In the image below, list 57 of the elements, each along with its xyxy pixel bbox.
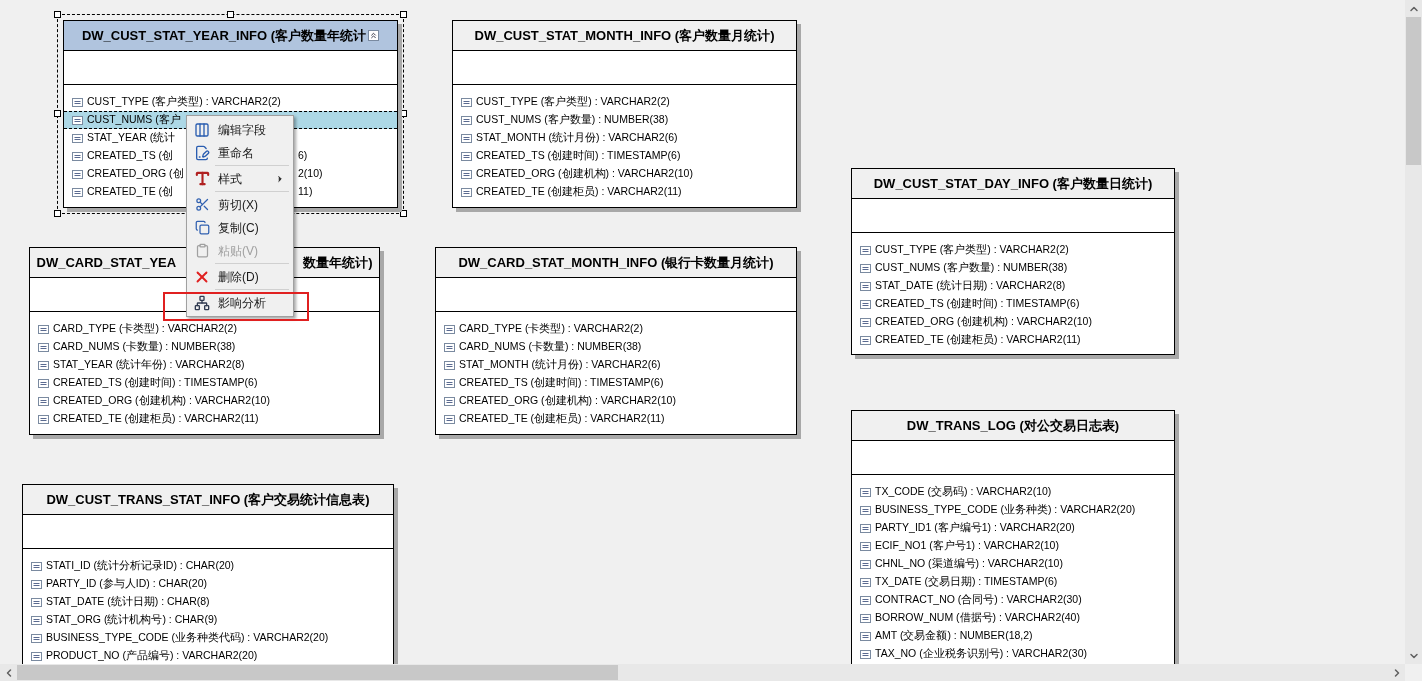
field-text: STATI_ID (统计分析记录ID) : CHAR(20) bbox=[46, 558, 235, 574]
entity-title: DW_CUST_STAT_MONTH_INFO (客户数量月统计) bbox=[474, 26, 775, 45]
field-text: CREATED_TE (创建柜员) : VARCHAR2(11) bbox=[476, 184, 682, 200]
entity-title: DW_CARD_STAT_YEA bbox=[36, 253, 177, 272]
field-text: CUST_NUMS (客户 bbox=[87, 112, 181, 128]
field-text: STAT_DATE (统计日期) : CHAR(8) bbox=[46, 594, 210, 610]
field-text: BUSINESS_TYPE_CODE (业务种类) : VARCHAR2(20) bbox=[875, 502, 1136, 518]
field-text: CUST_TYPE (客户类型) : VARCHAR2(2) bbox=[476, 94, 670, 110]
field-text: BORROW_NUM (借据号) : VARCHAR2(40) bbox=[875, 610, 1080, 626]
field-text: CREATED_ORG (创建机构) : VARCHAR2(10) bbox=[875, 314, 1092, 330]
field-text: CREATED_TS (创建时间) : TIMESTAMP(6) bbox=[875, 296, 1080, 312]
field-text: PARTY_ID (参与人ID) : CHAR(20) bbox=[46, 576, 207, 592]
field-text: CUST_TYPE (客户类型) : VARCHAR2(2) bbox=[875, 242, 1069, 258]
field-text: CREATED_ORG (创建机构) : VARCHAR2(10) bbox=[476, 166, 693, 182]
field-text: CREATED_TS (创 bbox=[87, 148, 174, 164]
field-text: CARD_TYPE (卡类型) : VARCHAR2(2) bbox=[459, 321, 643, 337]
field-text: TX_DATE (交易日期) : TIMESTAMP(6) bbox=[875, 574, 1058, 590]
field-text: ECIF_NO1 (客户号1) : VARCHAR2(10) bbox=[875, 538, 1059, 554]
field-text: STAT_YEAR (统计 bbox=[87, 130, 176, 146]
field-text: CARD_NUMS (卡数量) : NUMBER(38) bbox=[53, 339, 236, 355]
field-text: CUST_NUMS (客户数量) : NUMBER(38) bbox=[476, 112, 669, 128]
field-text: CHNL_NO (渠道编号) : VARCHAR2(10) bbox=[875, 556, 1063, 572]
entity-title: DW_CUST_TRANS_STAT_INFO (客户交易统计信息表) bbox=[46, 490, 370, 509]
field-text: CREATED_TE (创建柜员) : VARCHAR2(11) bbox=[875, 332, 1081, 348]
field-text: STAT_MONTH (统计月份) : VARCHAR2(6) bbox=[459, 357, 661, 373]
entity-title: DW_CARD_STAT_MONTH_INFO (银行卡数量月统计) bbox=[458, 253, 774, 272]
field-text: 2(10) bbox=[298, 166, 323, 182]
field-text: CREATED_ORG (创 bbox=[87, 166, 184, 182]
field-text: CARD_TYPE (卡类型) : VARCHAR2(2) bbox=[53, 321, 237, 337]
entity-title: DW_CUST_STAT_DAY_INFO (客户数量日统计) bbox=[873, 174, 1153, 193]
field-text: CONTRACT_NO (合同号) : VARCHAR2(30) bbox=[875, 592, 1082, 608]
field-text: CREATED_TE (创建柜员) : VARCHAR2(11) bbox=[53, 411, 259, 427]
field-text: 11) bbox=[298, 184, 313, 200]
entity-title: 数量年统计) bbox=[303, 253, 373, 272]
field-text: 6) bbox=[298, 148, 308, 164]
field-text: TX_CODE (交易码) : VARCHAR2(10) bbox=[875, 484, 1052, 500]
field-text: CREATED_ORG (创建机构) : VARCHAR2(10) bbox=[459, 393, 676, 409]
field-text: CREATED_TE (创 bbox=[87, 184, 174, 200]
field-text: TAX_NO (企业税务识别号) : VARCHAR2(30) bbox=[875, 646, 1087, 662]
field-text: CREATED_TS (创建时间) : TIMESTAMP(6) bbox=[459, 375, 664, 391]
field-text: CREATED_TS (创建时间) : TIMESTAMP(6) bbox=[53, 375, 258, 391]
field-text: CREATED_TS (创建时间) : TIMESTAMP(6) bbox=[476, 148, 681, 164]
field-text: CARD_NUMS (卡数量) : NUMBER(38) bbox=[459, 339, 642, 355]
field-text: STAT_ORG (统计机构号) : CHAR(9) bbox=[46, 612, 218, 628]
field-text: CREATED_ORG (创建机构) : VARCHAR2(10) bbox=[53, 393, 270, 409]
field-text: CREATED_TE (创建柜员) : VARCHAR2(11) bbox=[459, 411, 665, 427]
field-text: CUST_TYPE (客户类型) : VARCHAR2(2) bbox=[87, 94, 281, 110]
field-text: CUST_NUMS (客户数量) : NUMBER(38) bbox=[875, 260, 1068, 276]
entity-title: DW_TRANS_LOG (对公交易日志表) bbox=[906, 416, 1120, 435]
field-text: STAT_DATE (统计日期) : VARCHAR2(8) bbox=[875, 278, 1066, 294]
entity-title: DW_CUST_STAT_YEAR_INFO (客户数量年统计 bbox=[81, 26, 367, 45]
field-text: STAT_MONTH (统计月份) : VARCHAR2(6) bbox=[476, 130, 678, 146]
field-text: STAT_YEAR (统计年份) : VARCHAR2(8) bbox=[53, 357, 245, 373]
field-text: AMT (交易金额) : NUMBER(18,2) bbox=[875, 628, 1033, 644]
field-text: PRODUCT_NO (产品编号) : VARCHAR2(20) bbox=[46, 648, 258, 664]
field-text: PARTY_ID1 (客户编号1) : VARCHAR2(20) bbox=[875, 520, 1075, 536]
field-text: BUSINESS_TYPE_CODE (业务种类代码) : VARCHAR2(20) bbox=[46, 630, 329, 646]
